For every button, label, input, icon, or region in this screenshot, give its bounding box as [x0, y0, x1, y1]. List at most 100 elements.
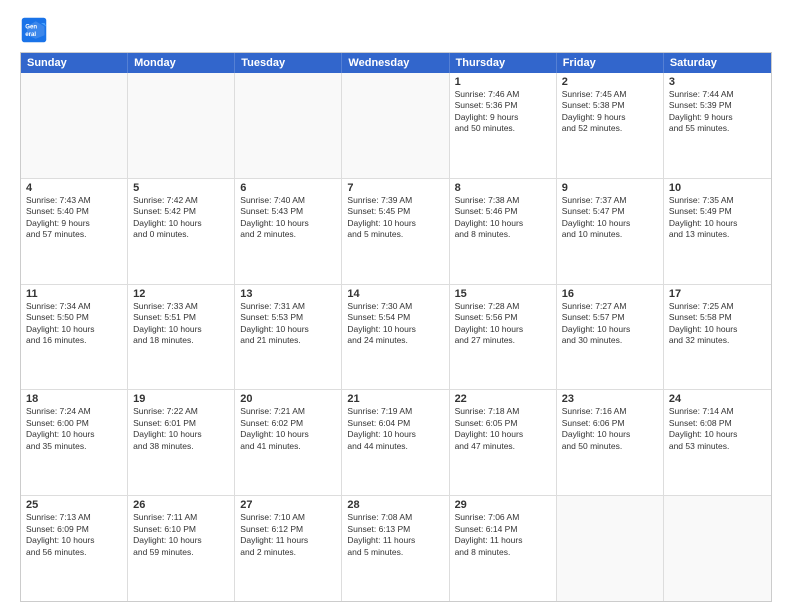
cell-info-line: Daylight: 10 hours	[669, 218, 766, 229]
cell-info-line: and 18 minutes.	[133, 335, 229, 346]
day-number: 14	[347, 288, 443, 300]
calendar-week-4: 18Sunrise: 7:24 AMSunset: 6:00 PMDayligh…	[21, 390, 771, 496]
cell-info-line: Sunset: 6:04 PM	[347, 418, 443, 429]
day-number: 22	[455, 393, 551, 405]
cell-info-line: Sunset: 5:42 PM	[133, 206, 229, 217]
cell-info-line: Sunset: 5:58 PM	[669, 312, 766, 323]
cell-info-line: and 53 minutes.	[669, 441, 766, 452]
cell-info-line: Sunset: 5:40 PM	[26, 206, 122, 217]
cell-info-line: Sunset: 6:14 PM	[455, 524, 551, 535]
day-cell-23: 23Sunrise: 7:16 AMSunset: 6:06 PMDayligh…	[557, 390, 664, 495]
svg-text:Gen: Gen	[25, 23, 37, 30]
cell-info-line: Sunrise: 7:13 AM	[26, 512, 122, 523]
cell-info-line: Daylight: 10 hours	[562, 218, 658, 229]
day-cell-20: 20Sunrise: 7:21 AMSunset: 6:02 PMDayligh…	[235, 390, 342, 495]
cell-info-line: Sunset: 5:57 PM	[562, 312, 658, 323]
calendar-week-2: 4Sunrise: 7:43 AMSunset: 5:40 PMDaylight…	[21, 179, 771, 285]
day-cell-11: 11Sunrise: 7:34 AMSunset: 5:50 PMDayligh…	[21, 285, 128, 390]
cal-header-tuesday: Tuesday	[235, 53, 342, 73]
cell-info-line: Sunrise: 7:19 AM	[347, 406, 443, 417]
logo-icon: Gen eral	[20, 16, 48, 44]
day-number: 29	[455, 499, 551, 511]
cell-info-line: and 56 minutes.	[26, 547, 122, 558]
cell-info-line: Sunset: 6:08 PM	[669, 418, 766, 429]
cell-info-line: Sunrise: 7:06 AM	[455, 512, 551, 523]
day-cell-25: 25Sunrise: 7:13 AMSunset: 6:09 PMDayligh…	[21, 496, 128, 601]
cell-info-line: Daylight: 9 hours	[26, 218, 122, 229]
cell-info-line: Daylight: 10 hours	[669, 324, 766, 335]
empty-cell	[664, 496, 771, 601]
cell-info-line: Daylight: 10 hours	[133, 218, 229, 229]
cell-info-line: and 16 minutes.	[26, 335, 122, 346]
cell-info-line: Sunset: 5:56 PM	[455, 312, 551, 323]
cell-info-line: Sunset: 5:49 PM	[669, 206, 766, 217]
cell-info-line: Sunrise: 7:45 AM	[562, 89, 658, 100]
cell-info-line: Sunset: 5:36 PM	[455, 100, 551, 111]
cell-info-line: Daylight: 10 hours	[347, 218, 443, 229]
cell-info-line: Daylight: 10 hours	[562, 429, 658, 440]
cell-info-line: and 57 minutes.	[26, 229, 122, 240]
cell-info-line: and 50 minutes.	[455, 123, 551, 134]
logo: Gen eral	[20, 16, 52, 44]
day-cell-4: 4Sunrise: 7:43 AMSunset: 5:40 PMDaylight…	[21, 179, 128, 284]
cell-info-line: Daylight: 10 hours	[347, 429, 443, 440]
day-number: 24	[669, 393, 766, 405]
cal-header-friday: Friday	[557, 53, 664, 73]
cell-info-line: Sunset: 6:12 PM	[240, 524, 336, 535]
cell-info-line: Sunrise: 7:21 AM	[240, 406, 336, 417]
day-cell-14: 14Sunrise: 7:30 AMSunset: 5:54 PMDayligh…	[342, 285, 449, 390]
day-number: 13	[240, 288, 336, 300]
day-cell-27: 27Sunrise: 7:10 AMSunset: 6:12 PMDayligh…	[235, 496, 342, 601]
cell-info-line: and 30 minutes.	[562, 335, 658, 346]
cell-info-line: and 44 minutes.	[347, 441, 443, 452]
day-number: 26	[133, 499, 229, 511]
day-number: 12	[133, 288, 229, 300]
day-cell-24: 24Sunrise: 7:14 AMSunset: 6:08 PMDayligh…	[664, 390, 771, 495]
calendar: SundayMondayTuesdayWednesdayThursdayFrid…	[20, 52, 772, 602]
cell-info-line: Sunrise: 7:14 AM	[669, 406, 766, 417]
cell-info-line: Sunset: 5:47 PM	[562, 206, 658, 217]
cell-info-line: Sunset: 6:09 PM	[26, 524, 122, 535]
calendar-week-5: 25Sunrise: 7:13 AMSunset: 6:09 PMDayligh…	[21, 496, 771, 601]
day-cell-21: 21Sunrise: 7:19 AMSunset: 6:04 PMDayligh…	[342, 390, 449, 495]
day-number: 7	[347, 182, 443, 194]
day-cell-2: 2Sunrise: 7:45 AMSunset: 5:38 PMDaylight…	[557, 73, 664, 178]
cell-info-line: and 13 minutes.	[669, 229, 766, 240]
page-header: Gen eral	[20, 16, 772, 44]
cell-info-line: and 8 minutes.	[455, 229, 551, 240]
day-number: 17	[669, 288, 766, 300]
cell-info-line: Daylight: 10 hours	[562, 324, 658, 335]
cell-info-line: and 2 minutes.	[240, 229, 336, 240]
cell-info-line: Sunrise: 7:34 AM	[26, 301, 122, 312]
day-number: 27	[240, 499, 336, 511]
cell-info-line: and 32 minutes.	[669, 335, 766, 346]
day-cell-22: 22Sunrise: 7:18 AMSunset: 6:05 PMDayligh…	[450, 390, 557, 495]
svg-text:eral: eral	[25, 31, 36, 38]
cell-info-line: Daylight: 10 hours	[133, 324, 229, 335]
cell-info-line: Sunrise: 7:33 AM	[133, 301, 229, 312]
empty-cell	[235, 73, 342, 178]
cell-info-line: and 5 minutes.	[347, 229, 443, 240]
cell-info-line: Sunrise: 7:11 AM	[133, 512, 229, 523]
calendar-week-3: 11Sunrise: 7:34 AMSunset: 5:50 PMDayligh…	[21, 285, 771, 391]
day-cell-13: 13Sunrise: 7:31 AMSunset: 5:53 PMDayligh…	[235, 285, 342, 390]
cell-info-line: and 41 minutes.	[240, 441, 336, 452]
day-cell-1: 1Sunrise: 7:46 AMSunset: 5:36 PMDaylight…	[450, 73, 557, 178]
cell-info-line: and 21 minutes.	[240, 335, 336, 346]
cal-header-thursday: Thursday	[450, 53, 557, 73]
day-cell-16: 16Sunrise: 7:27 AMSunset: 5:57 PMDayligh…	[557, 285, 664, 390]
cell-info-line: Daylight: 10 hours	[347, 324, 443, 335]
day-number: 28	[347, 499, 443, 511]
cell-info-line: and 47 minutes.	[455, 441, 551, 452]
cell-info-line: Sunset: 5:46 PM	[455, 206, 551, 217]
day-number: 6	[240, 182, 336, 194]
day-number: 23	[562, 393, 658, 405]
cell-info-line: and 8 minutes.	[455, 547, 551, 558]
day-number: 25	[26, 499, 122, 511]
cell-info-line: Sunset: 6:13 PM	[347, 524, 443, 535]
cell-info-line: Sunset: 6:10 PM	[133, 524, 229, 535]
day-number: 18	[26, 393, 122, 405]
cell-info-line: Sunset: 6:01 PM	[133, 418, 229, 429]
cell-info-line: Sunrise: 7:44 AM	[669, 89, 766, 100]
cal-header-monday: Monday	[128, 53, 235, 73]
